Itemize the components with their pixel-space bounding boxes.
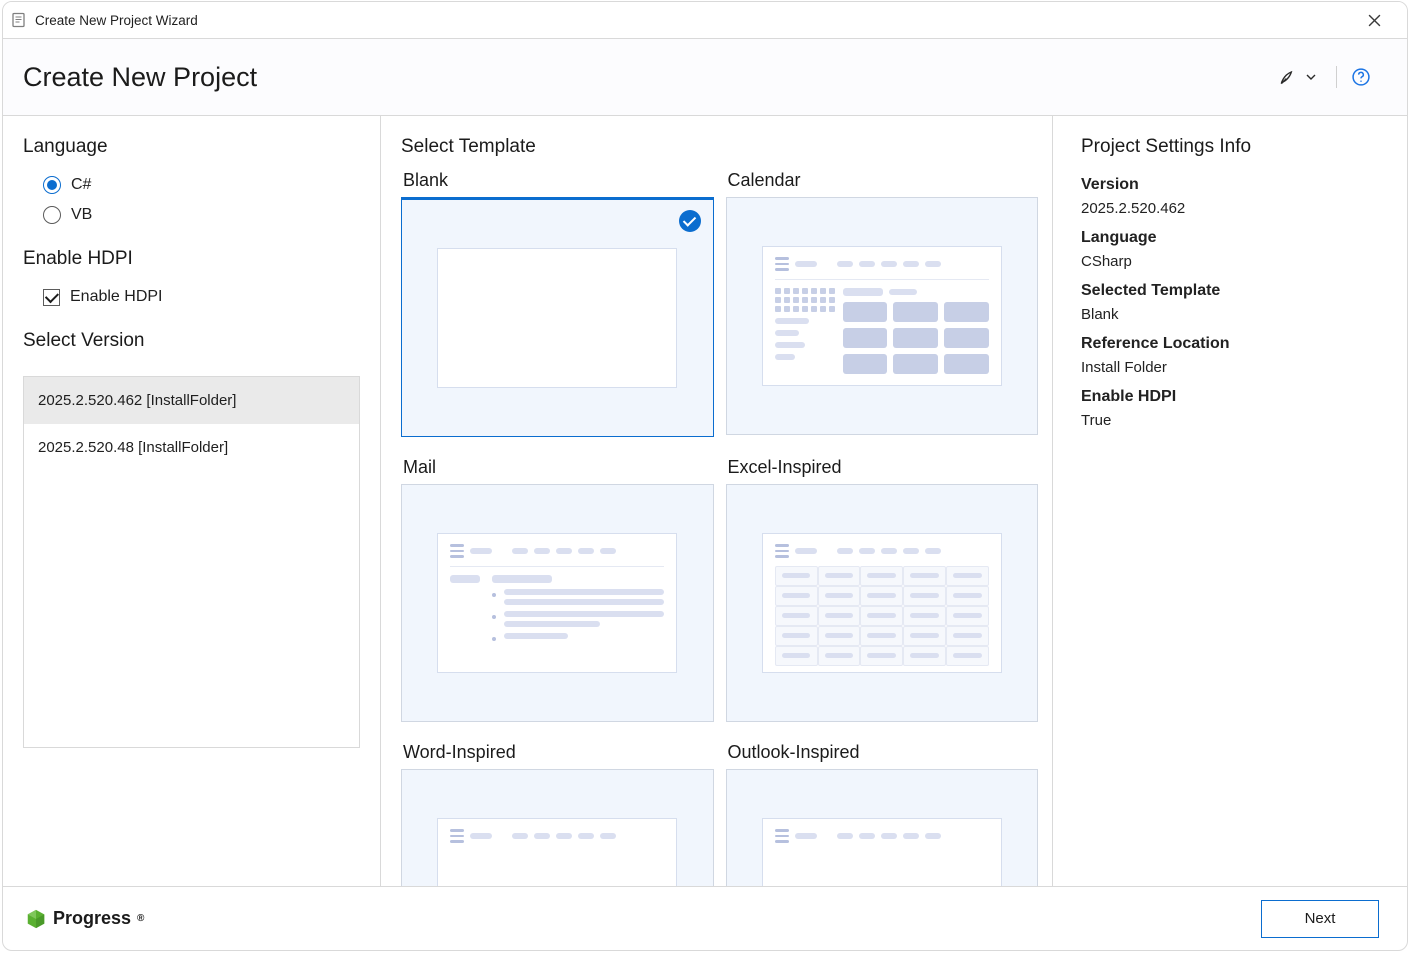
template-thumbnail	[726, 197, 1039, 435]
template-title: Blank	[403, 170, 714, 191]
radio-icon	[43, 206, 61, 224]
quill-icon	[1278, 67, 1298, 87]
window-title: Create New Project Wizard	[35, 13, 198, 28]
template-title: Outlook-Inspired	[728, 742, 1039, 763]
select-template-title: Select Template	[401, 136, 1048, 158]
right-panel: Project Settings Info Version 2025.2.520…	[1053, 116, 1407, 886]
content: Language C# VB Enable HDPI Enable HDPI S…	[3, 115, 1407, 886]
version-label: 2025.2.520.48 [InstallFolder]	[38, 439, 228, 456]
template-grid[interactable]: Blank Calendar	[401, 168, 1048, 886]
close-icon	[1368, 14, 1381, 27]
version-item[interactable]: 2025.2.520.462 [InstallFolder]	[24, 377, 359, 424]
header: Create New Project	[3, 38, 1407, 115]
radio-csharp[interactable]: C#	[43, 176, 380, 194]
template-outlook[interactable]: Outlook-Inspired	[726, 740, 1039, 886]
radio-icon	[43, 176, 61, 194]
checkbox-hdpi[interactable]: Enable HDPI	[43, 288, 380, 306]
language-title: Language	[23, 136, 380, 158]
info-value-template: Blank	[1081, 306, 1383, 323]
version-list: 2025.2.520.462 [InstallFolder] 2025.2.52…	[23, 376, 360, 748]
theme-button[interactable]	[1272, 63, 1322, 91]
info-label-template: Selected Template	[1081, 282, 1383, 300]
middle-panel: Select Template Blank Calendar	[381, 116, 1053, 886]
template-title: Calendar	[728, 170, 1039, 191]
info-label-reference: Reference Location	[1081, 335, 1383, 353]
version-item[interactable]: 2025.2.520.48 [InstallFolder]	[24, 424, 359, 471]
template-title: Mail	[403, 457, 714, 478]
thumbnail-preview	[762, 533, 1002, 673]
info-label-hdpi: Enable HDPI	[1081, 388, 1383, 406]
template-thumbnail	[401, 769, 714, 886]
checkbox-icon	[43, 289, 60, 306]
next-button[interactable]: Next	[1261, 900, 1379, 938]
thumbnail-preview	[762, 246, 1002, 386]
info-value-version: 2025.2.520.462	[1081, 200, 1383, 217]
help-button[interactable]	[1351, 67, 1371, 87]
progress-icon	[25, 908, 47, 930]
checkbox-label: Enable HDPI	[70, 288, 163, 306]
template-word[interactable]: Word-Inspired	[401, 740, 714, 886]
thumbnail-preview	[437, 248, 677, 388]
template-title: Excel-Inspired	[728, 457, 1039, 478]
titlebar: Create New Project Wizard	[3, 2, 1407, 38]
page-title: Create New Project	[23, 62, 257, 93]
close-button[interactable]	[1351, 4, 1397, 36]
template-thumbnail	[726, 769, 1039, 886]
radio-label: VB	[71, 206, 92, 224]
next-label: Next	[1305, 910, 1336, 927]
footer: Progress® Next	[3, 886, 1407, 950]
brand-text: Progress	[53, 908, 131, 929]
template-blank[interactable]: Blank	[401, 168, 714, 437]
info-value-hdpi: True	[1081, 412, 1383, 429]
template-mail[interactable]: Mail	[401, 455, 714, 722]
wizard-window: Create New Project Wizard Create New Pro…	[2, 1, 1408, 951]
version-title: Select Version	[23, 330, 380, 352]
left-panel: Language C# VB Enable HDPI Enable HDPI S…	[3, 116, 381, 886]
radio-vb[interactable]: VB	[43, 206, 380, 224]
radio-label: C#	[71, 176, 91, 194]
settings-info-title: Project Settings Info	[1081, 136, 1383, 158]
progress-logo: Progress®	[25, 908, 144, 930]
info-label-version: Version	[1081, 176, 1383, 194]
version-label: 2025.2.520.462 [InstallFolder]	[38, 392, 236, 409]
template-thumbnail	[726, 484, 1039, 722]
thumbnail-preview	[437, 818, 677, 886]
template-excel[interactable]: Excel-Inspired	[726, 455, 1039, 722]
template-thumbnail	[401, 197, 714, 437]
info-value-reference: Install Folder	[1081, 359, 1383, 376]
hdpi-title: Enable HDPI	[23, 248, 380, 270]
template-calendar[interactable]: Calendar	[726, 168, 1039, 437]
app-icon	[11, 12, 27, 28]
header-divider	[1336, 66, 1337, 88]
thumbnail-preview	[762, 818, 1002, 886]
template-title: Word-Inspired	[403, 742, 714, 763]
template-thumbnail	[401, 484, 714, 722]
selected-check-icon	[679, 210, 701, 232]
info-label-language: Language	[1081, 229, 1383, 247]
info-value-language: CSharp	[1081, 253, 1383, 270]
chevron-down-icon	[1306, 72, 1316, 82]
thumbnail-preview	[437, 533, 677, 673]
help-icon	[1351, 67, 1371, 87]
